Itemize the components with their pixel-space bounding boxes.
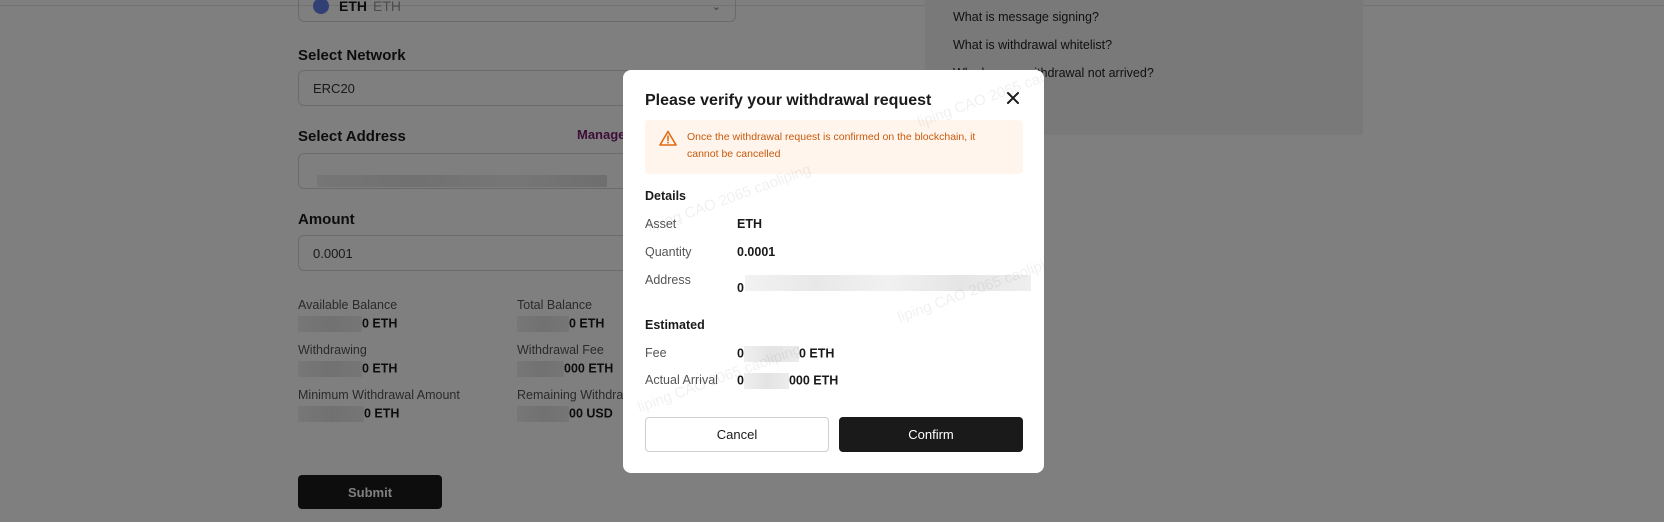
address-value: 0 [737,263,1031,295]
confirm-button[interactable]: Confirm [839,417,1023,452]
details-heading: Details [645,189,686,203]
address-label: Address [645,273,691,287]
redacted-value [743,346,799,362]
asset-value: ETH [737,217,762,231]
warning-text: Once the withdrawal request is confirmed… [687,131,976,160]
address-tail: 0 [737,281,744,295]
warning-icon [659,130,677,146]
fee-value: 00 ETH [737,346,835,362]
close-icon[interactable] [1003,88,1023,108]
asset-label: Asset [645,217,677,231]
quantity-label: Quantity [645,245,692,259]
estimated-heading: Estimated [645,318,705,332]
withdraw-page: ETH ETH ⌄ Select Network ERC20 Select Ad… [0,0,1664,522]
address-redacted [745,275,1031,291]
quantity-value: 0.0001 [737,245,776,259]
arrival-label: Actual Arrival [645,373,718,387]
redacted-value [743,373,789,389]
arrival-value: 0 000 ETH [737,373,839,389]
fee-label: Fee [645,346,667,360]
cancel-button[interactable]: Cancel [645,417,829,452]
warning-banner: Once the withdrawal request is confirmed… [645,120,1023,174]
verify-withdrawal-dialog: Please verify your withdrawal request On… [623,70,1044,473]
dialog-title: Please verify your withdrawal request [645,92,932,109]
